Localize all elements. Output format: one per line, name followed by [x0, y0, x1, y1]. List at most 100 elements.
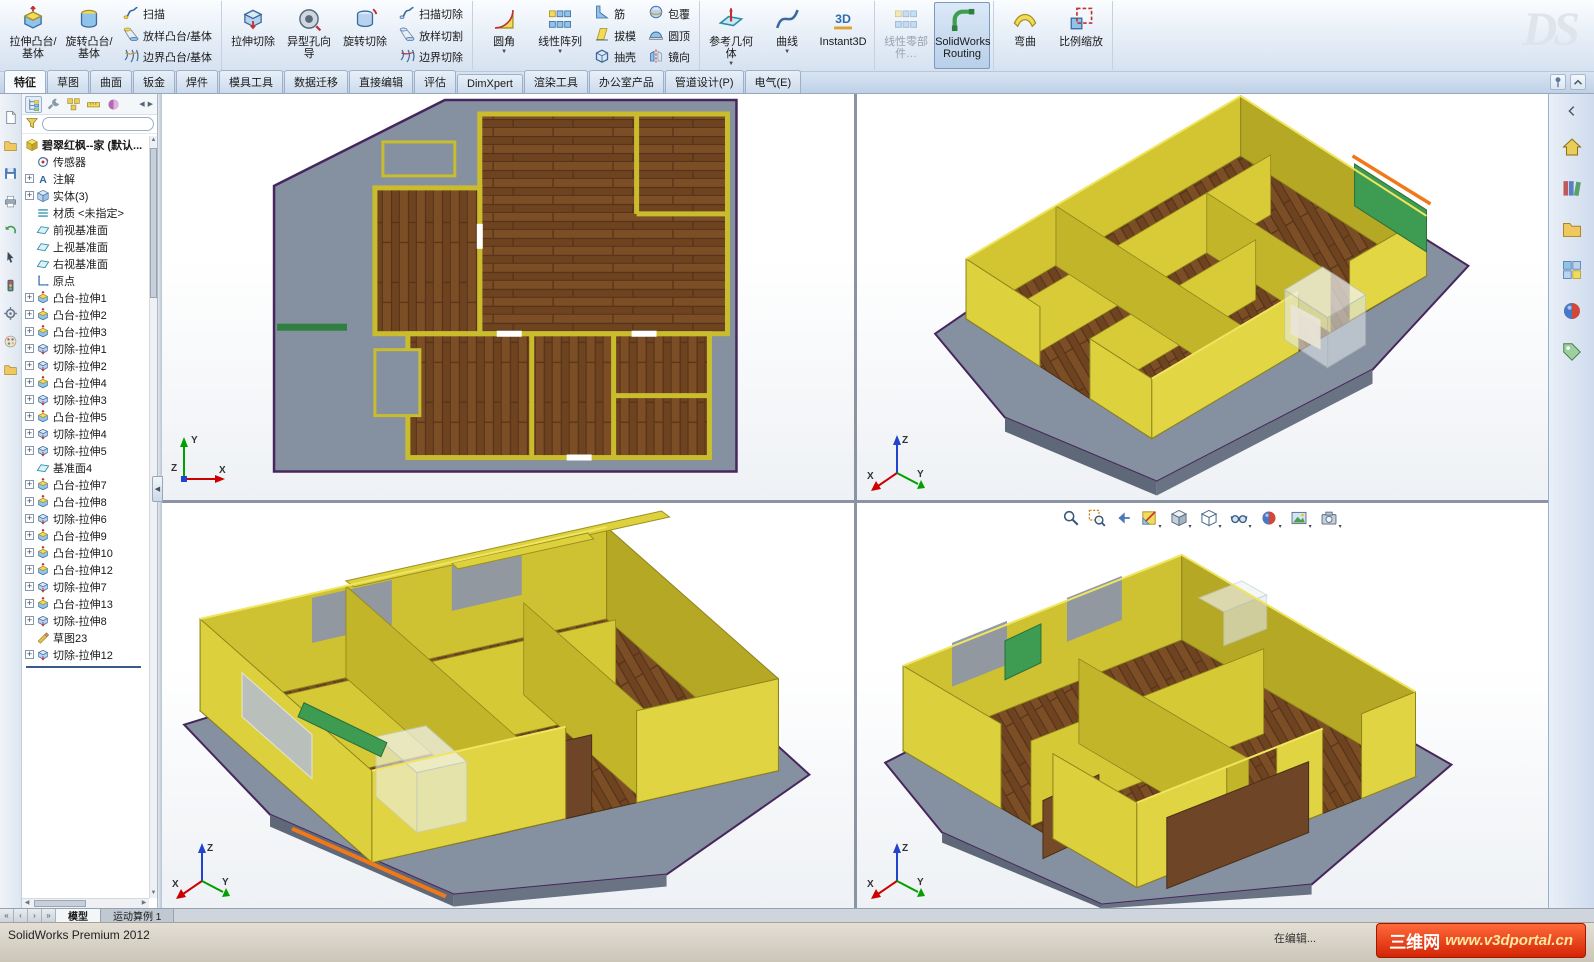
- hud-previous-view-button[interactable]: [1114, 509, 1132, 530]
- tree-item[interactable]: 碧翠红枫--家 (默认...: [22, 136, 149, 153]
- ribbon-button-boundary-cut[interactable]: 边界切除: [395, 47, 467, 67]
- save-icon[interactable]: [3, 166, 18, 184]
- tab-草图[interactable]: 草图: [47, 70, 89, 93]
- tab-评估[interactable]: 评估: [414, 70, 456, 93]
- hud-edit-appearance-button[interactable]: ▾: [1260, 509, 1282, 530]
- expand-plus-icon[interactable]: +: [25, 565, 34, 574]
- tree-item[interactable]: + 实体(3): [22, 187, 149, 204]
- ribbon-button-boundary-boss[interactable]: 边界凸台/基体: [119, 47, 216, 67]
- ribbon-button-extruded-boss[interactable]: 拉伸凸台/基体: [5, 2, 61, 69]
- tree-item[interactable]: + 凸台-拉伸8: [22, 493, 149, 510]
- tree-item[interactable]: + 切除-拉伸3: [22, 391, 149, 408]
- ribbon-button-curves[interactable]: 曲线 ▼: [759, 2, 815, 69]
- expand-plus-icon[interactable]: +: [25, 293, 34, 302]
- tree-item[interactable]: + 凸台-拉伸2: [22, 306, 149, 323]
- hud-view-settings-button[interactable]: ▾: [1320, 509, 1342, 530]
- expand-plus-icon[interactable]: +: [25, 531, 34, 540]
- expand-plus-icon[interactable]: +: [25, 548, 34, 557]
- dropdown-arrow-icon[interactable]: ▾: [1189, 524, 1192, 530]
- ribbon-button-lofted-boss[interactable]: 放样凸台/基体: [119, 26, 216, 46]
- tab-数据迁移[interactable]: 数据迁移: [284, 70, 348, 93]
- tree-item[interactable]: + 凸台-拉伸12: [22, 561, 149, 578]
- expand-plus-icon[interactable]: +: [25, 599, 34, 608]
- scroll-down-icon[interactable]: ▼: [150, 889, 157, 898]
- expand-plus-icon[interactable]: +: [25, 361, 34, 370]
- dropdown-arrow-icon[interactable]: ▼: [501, 49, 507, 55]
- ribbon-button-swept-cut[interactable]: 扫描切除: [395, 4, 467, 24]
- hud-zoom-to-fit-button[interactable]: [1062, 509, 1080, 530]
- scroll-up-icon[interactable]: ▲: [150, 136, 157, 145]
- tree-item[interactable]: + 凸台-拉伸13: [22, 595, 149, 612]
- viewport-top-left[interactable]: Y X Z: [162, 94, 854, 500]
- hud-apply-scene-button[interactable]: ▾: [1290, 509, 1312, 530]
- open-icon[interactable]: [3, 138, 18, 156]
- ribbon-button-wrap[interactable]: 包覆: [644, 4, 694, 24]
- tree-item[interactable]: + 切除-拉伸12: [22, 646, 149, 663]
- ribbon-button-shell[interactable]: 抽壳: [590, 47, 640, 67]
- model-tab-2[interactable]: 运动算例 1: [101, 909, 175, 923]
- scrollbar-thumb[interactable]: [34, 900, 86, 907]
- tab-电气(E)[interactable]: 电气(E): [744, 70, 802, 93]
- tree-vertical-scrollbar[interactable]: ▲ ▼: [149, 136, 157, 898]
- ribbon-button-lofted-cut[interactable]: 放样切割: [395, 26, 467, 46]
- chevron-left-icon[interactable]: [1558, 102, 1586, 120]
- hud-hide-show-items-button[interactable]: ▾: [1230, 509, 1252, 530]
- collapse-ribbon-icon[interactable]: [1570, 74, 1586, 90]
- first-tab-icon[interactable]: «: [0, 909, 14, 922]
- file-explorer-icon[interactable]: [1558, 215, 1586, 243]
- scroll-left-icon[interactable]: ◀: [22, 899, 32, 908]
- manager-tab-property-manager[interactable]: [45, 96, 62, 113]
- tree-item[interactable]: 材质 <未指定>: [22, 204, 149, 221]
- expand-plus-icon[interactable]: +: [25, 174, 34, 183]
- expand-plus-icon[interactable]: +: [25, 616, 34, 625]
- panel-collapse-button[interactable]: ◀: [152, 476, 163, 502]
- tab-模具工具[interactable]: 模具工具: [219, 70, 283, 93]
- tab-焊件[interactable]: 焊件: [176, 70, 218, 93]
- ribbon-button-fillet[interactable]: 圆角 ▼: [476, 2, 532, 69]
- tree-item[interactable]: + 切除-拉伸2: [22, 357, 149, 374]
- select-icon[interactable]: [3, 250, 18, 268]
- new-document-icon[interactable]: [3, 110, 18, 128]
- design-library-icon[interactable]: [1558, 174, 1586, 202]
- tab-曲面[interactable]: 曲面: [90, 70, 132, 93]
- ribbon-button-scale[interactable]: 比例缩放: [1053, 2, 1109, 69]
- tree-item[interactable]: + 凸台-拉伸10: [22, 544, 149, 561]
- hud-view-orientation-button[interactable]: ▾: [1170, 509, 1192, 530]
- scroll-right-icon[interactable]: ▶: [139, 899, 149, 908]
- tree-item[interactable]: + 切除-拉伸5: [22, 442, 149, 459]
- ribbon-button-solidworks-routing[interactable]: SolidWorks Routing: [934, 2, 991, 69]
- tab-管道设计(P)[interactable]: 管道设计(P): [664, 70, 744, 93]
- scrollbar-thumb[interactable]: [150, 148, 157, 298]
- tree-item[interactable]: + 切除-拉伸4: [22, 425, 149, 442]
- manager-tab-feature-manager[interactable]: [25, 95, 42, 113]
- custom-properties-icon[interactable]: [1558, 338, 1586, 366]
- scroll-left-icon[interactable]: ◀: [138, 99, 145, 109]
- viewport-top-right[interactable]: Z X Y: [856, 94, 1548, 500]
- manager-tab-dimxpert-manager[interactable]: [85, 96, 102, 113]
- tab-DimXpert[interactable]: DimXpert: [457, 74, 523, 93]
- prev-tab-icon[interactable]: ‹: [14, 909, 28, 922]
- view-palette-icon[interactable]: [1558, 256, 1586, 284]
- pin-icon[interactable]: [1550, 74, 1566, 90]
- expand-plus-icon[interactable]: +: [25, 378, 34, 387]
- expand-plus-icon[interactable]: +: [25, 191, 34, 200]
- expand-plus-icon[interactable]: +: [25, 446, 34, 455]
- hud-zoom-to-area-button[interactable]: [1088, 509, 1106, 530]
- tree-filter-input[interactable]: [42, 117, 154, 131]
- tree-item[interactable]: 前视基准面: [22, 221, 149, 238]
- expand-plus-icon[interactable]: +: [25, 327, 34, 336]
- ribbon-button-reference-geometry[interactable]: 参考几何体 ▼: [703, 2, 759, 69]
- tree-item[interactable]: + 切除-拉伸7: [22, 578, 149, 595]
- ribbon-button-flex[interactable]: 弯曲: [997, 2, 1053, 69]
- ribbon-button-swept-boss[interactable]: 扫描: [119, 4, 216, 24]
- expand-plus-icon[interactable]: +: [25, 514, 34, 523]
- tree-item[interactable]: 原点: [22, 272, 149, 289]
- hud-section-view-button[interactable]: ▾: [1140, 509, 1162, 530]
- dropdown-arrow-icon[interactable]: ▾: [1279, 524, 1282, 530]
- expand-plus-icon[interactable]: +: [25, 497, 34, 506]
- color-icon[interactable]: [3, 334, 18, 352]
- tree-item[interactable]: + 切除-拉伸1: [22, 340, 149, 357]
- manager-tab-configuration-manager[interactable]: [65, 96, 82, 113]
- ribbon-button-linear-pattern[interactable]: 线性阵列 ▼: [532, 2, 588, 69]
- viewport-bottom-left[interactable]: Z X Y: [162, 502, 854, 908]
